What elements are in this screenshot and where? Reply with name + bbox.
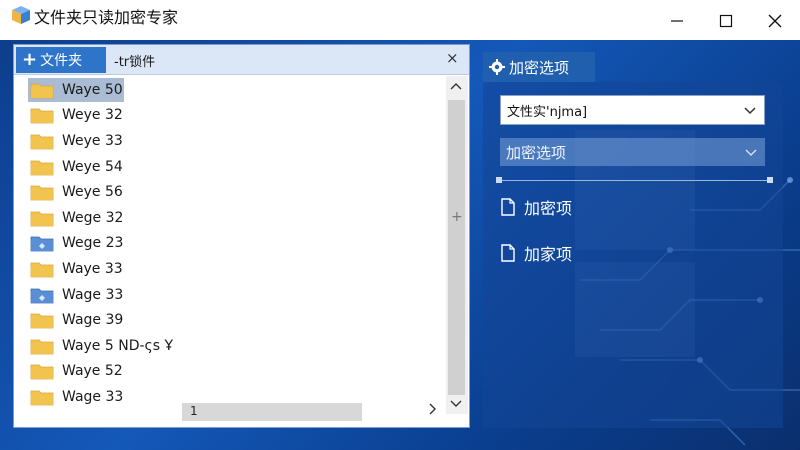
- hscroll-thumb[interactable]: [182, 403, 362, 421]
- folder-list-item[interactable]: Wege 23: [24, 231, 444, 257]
- folder-list-item[interactable]: Waye 5 ND-ςs Ұ: [24, 333, 444, 359]
- network-folder-icon: [30, 236, 54, 252]
- folder-icon: [30, 262, 54, 278]
- folder-list-item[interactable]: Weye 33: [24, 128, 444, 154]
- scroll-right-icon[interactable]: [428, 403, 438, 419]
- folder-list: Waye 50 Weye 32 Weye 33 Weye 54 Weye 56 Wege …: [24, 77, 444, 427]
- gear-icon: [489, 59, 505, 75]
- vertical-scrollbar[interactable]: [446, 76, 468, 414]
- folder-list-item[interactable]: Weye 32: [24, 103, 444, 129]
- option-encrypt-item[interactable]: 加密项: [500, 194, 572, 220]
- folder-list-item[interactable]: Wege 32: [24, 205, 444, 231]
- folder-icon: [30, 134, 54, 150]
- folder-list-item[interactable]: Waye 52: [24, 359, 444, 385]
- maximize-button[interactable]: [711, 8, 741, 34]
- folder-list-item[interactable]: Waye 33: [24, 256, 444, 282]
- folder-list-item[interactable]: Weye 54: [24, 154, 444, 180]
- folder-name: Weye 54: [62, 158, 123, 175]
- document-icon: [501, 244, 515, 262]
- hscroll-value: 1: [190, 404, 198, 418]
- new-folder-label: 文件夹: [40, 53, 83, 69]
- option-slider[interactable]: [496, 176, 774, 186]
- maximize-icon: [719, 14, 733, 28]
- panel-close-icon[interactable]: ×: [446, 49, 459, 67]
- tab-encryption-options[interactable]: 加密选项: [483, 52, 595, 82]
- folder-icon: [30, 339, 54, 355]
- folder-icon: [30, 83, 54, 99]
- folder-name: Waye 33: [62, 260, 123, 277]
- scroll-thumb[interactable]: [448, 100, 465, 395]
- folder-panel: + 文件夹 -tr锁件 × Waye 50 Weye 32 Weye 33 Weye …: [13, 44, 470, 428]
- expand-plus-icon[interactable]: +: [451, 209, 463, 225]
- folder-icon: [30, 364, 54, 380]
- folder-name: Waye 52: [62, 363, 123, 380]
- close-button[interactable]: [760, 8, 790, 34]
- folder-name: Wage 33: [62, 388, 124, 405]
- folder-list-item[interactable]: Wage 33: [24, 282, 444, 308]
- close-icon: [768, 14, 782, 28]
- folder-name: Wege 32: [62, 209, 124, 226]
- plus-icon: +: [22, 49, 38, 70]
- option-label: 加家项: [524, 245, 573, 264]
- slider-start-handle[interactable]: [496, 177, 502, 183]
- window-title: 文件夹只读加密专家: [34, 8, 179, 27]
- folder-icon: [30, 160, 54, 175]
- folder-panel-header: + 文件夹 -tr锁件 ×: [14, 45, 469, 75]
- new-folder-button[interactable]: + 文件夹: [16, 47, 106, 73]
- chevron-down-icon: [745, 149, 757, 156]
- folder-icon: [30, 313, 54, 329]
- folder-icon: [30, 211, 54, 227]
- folder-select-dropdown[interactable]: 文性实'njma]: [500, 95, 765, 125]
- folder-name: Wage 39: [62, 312, 124, 329]
- folder-list-item[interactable]: Weye 56: [24, 179, 444, 205]
- horizontal-scrollbar[interactable]: 1: [182, 401, 452, 423]
- folder-icon: [30, 185, 54, 201]
- scroll-up-icon[interactable]: [450, 80, 462, 94]
- dropdown-value: 文性实'njma]: [507, 104, 588, 120]
- folder-name: Wage 33: [62, 286, 124, 303]
- folder-list-item[interactable]: Wage 39: [24, 307, 444, 333]
- mode-select-label: 加密选项: [506, 143, 567, 162]
- folder-name: Waye 5 ND-ςs Ұ: [62, 337, 174, 354]
- folder-name: Weye 32: [62, 107, 123, 124]
- option-home-item[interactable]: 加家项: [500, 240, 572, 266]
- slider-track: [498, 180, 770, 181]
- app-box-icon: [12, 6, 30, 24]
- title-bar: 文件夹只读加密专家: [0, 0, 800, 40]
- encryption-mode-select[interactable]: 加密选项: [500, 138, 765, 166]
- minimize-icon: [671, 20, 683, 22]
- minimize-button[interactable]: [662, 8, 692, 34]
- chevron-down-icon: [744, 107, 756, 115]
- folder-name: Waye 50: [62, 81, 123, 98]
- slider-end-handle[interactable]: [767, 177, 773, 183]
- folder-name: Weye 56: [62, 184, 123, 201]
- header-path-text: -tr锁件: [114, 55, 156, 70]
- option-label: 加密项: [524, 199, 573, 218]
- tab-label: 加密选项: [509, 58, 570, 77]
- folder-name: Wege 23: [62, 235, 124, 252]
- folder-icon: [30, 108, 54, 124]
- network-folder-icon: [30, 288, 54, 303]
- folder-icon: [30, 390, 54, 406]
- folder-list-item[interactable]: Waye 50: [24, 77, 444, 103]
- folder-name: Weye 33: [62, 132, 123, 149]
- document-icon: [501, 198, 515, 216]
